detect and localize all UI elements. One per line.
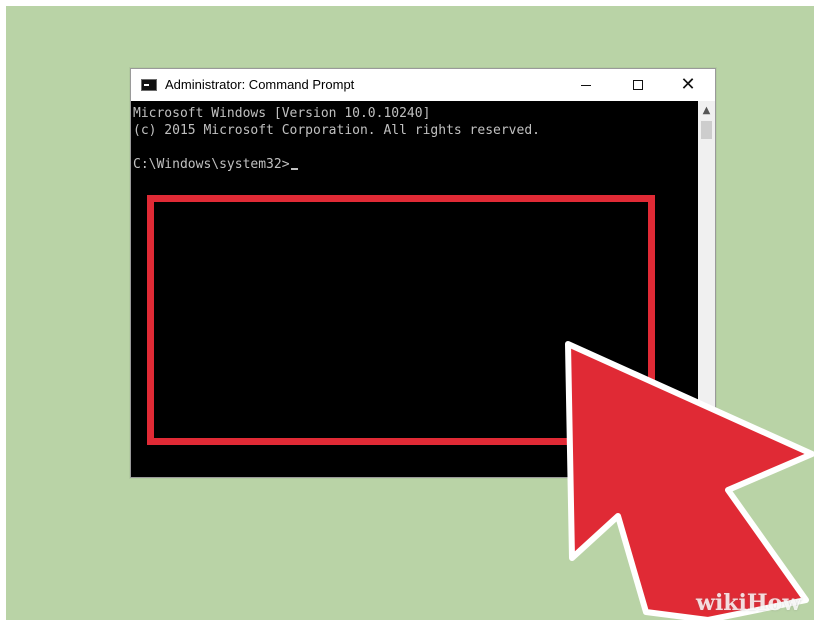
wikihow-watermark: wikiHow <box>696 590 802 616</box>
illustration-background: Administrator: Command Prompt ✕ Microsof… <box>6 6 814 620</box>
pointer-arrow-icon <box>565 341 814 620</box>
